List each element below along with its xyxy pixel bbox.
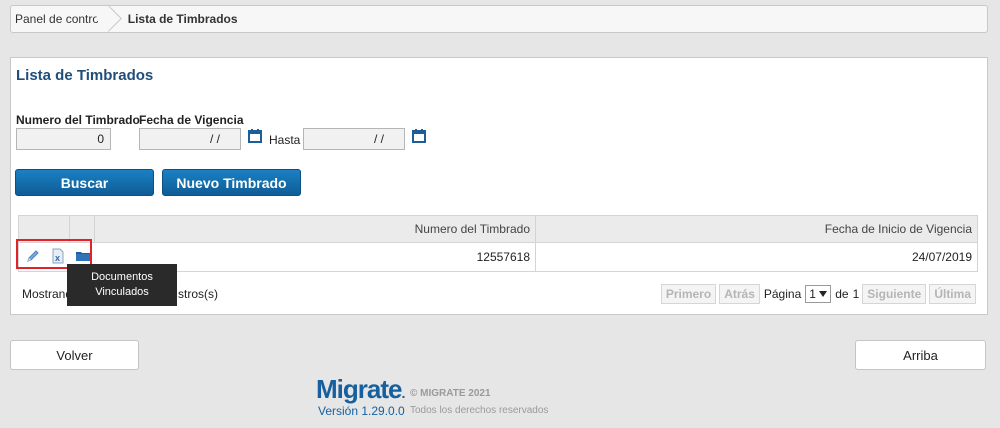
hasta-label: Hasta [269,133,301,147]
excel-icon[interactable]: x [49,247,67,265]
page-select[interactable]: 1 [805,285,832,303]
pager: Primero Atrás Página 1 de 1 Siguiente Úl… [658,284,976,304]
page-label: Página [763,287,802,301]
version-text: Versión 1.29.0.0 [318,404,405,418]
breadcrumb-current: Lista de Timbrados [127,12,238,26]
pencil-icon[interactable] [24,247,42,265]
numero-label: Numero del Timbrado [16,113,140,127]
prev-page-button[interactable]: Atrás [719,284,760,304]
volver-button[interactable]: Volver [10,340,139,370]
total-pages: 1 [852,287,860,301]
records-text-end: stros(s) [178,287,219,301]
nuevo-timbrado-button[interactable]: Nuevo Timbrado [162,169,301,196]
buscar-button[interactable]: Buscar [15,169,154,196]
page-select-value: 1 [809,287,816,301]
breadcrumb: Panel de control Lista de Timbrados [10,5,988,33]
chevron-down-icon [819,291,828,297]
column-header-fecha[interactable]: Fecha de Inicio de Vigencia [536,216,977,242]
breadcrumb-home[interactable]: Panel de control [11,6,116,32]
fecha-desde-input[interactable] [139,128,241,150]
copyright-text: © MIGRATE 2021 [410,388,491,399]
rights-text: Todos los derechos reservados [410,405,549,416]
tooltip-line2: Vinculados [95,286,149,298]
table-header: Numero del Timbrado Fecha de Inicio de V… [18,215,978,242]
fecha-hasta-input[interactable] [303,128,405,150]
column-header-numero[interactable]: Numero del Timbrado [19,216,536,242]
svg-text:x: x [55,253,60,263]
numero-value: 12557618 [476,250,530,264]
calendar-icon[interactable] [248,129,262,143]
migrate-logo: Migrate. [316,374,405,404]
arriba-button[interactable]: Arriba [855,340,986,370]
tooltip-documentos-vinculados: Documentos Vinculados [67,264,177,306]
first-page-button[interactable]: Primero [660,284,717,304]
tooltip-line1: Documentos [91,271,153,283]
folder-icon[interactable] [74,247,92,265]
page-title: Lista de Timbrados [16,67,154,84]
records-text-start: Mostrand [22,287,73,301]
cell-fecha: 24/07/2019 [911,250,972,264]
logo-text: Migrate [316,374,402,404]
next-page-button[interactable]: Siguiente [862,284,927,304]
numero-input[interactable] [16,128,111,150]
calendar-icon[interactable] [412,129,426,143]
of-label: de [835,287,849,301]
fecha-label: Fecha de Vigencia [139,113,244,127]
last-page-button[interactable]: Última [929,284,976,304]
